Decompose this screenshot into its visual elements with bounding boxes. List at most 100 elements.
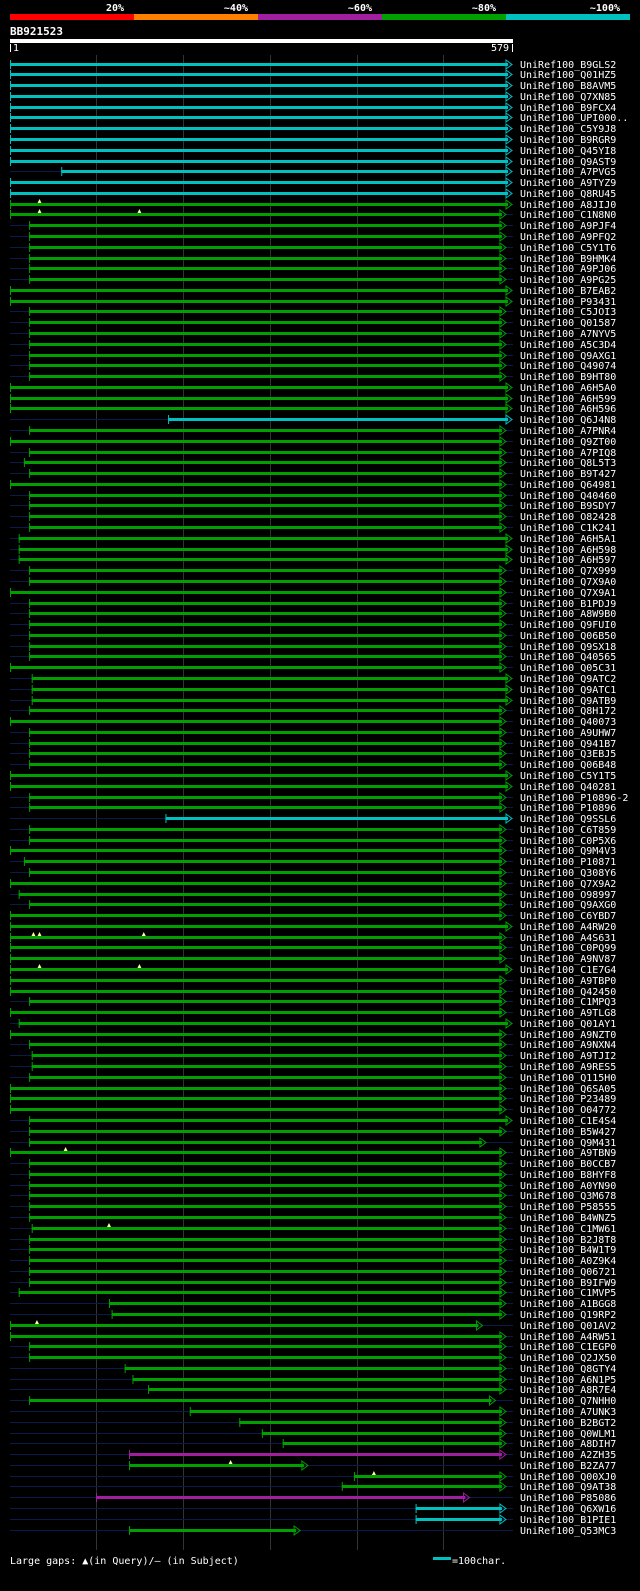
- hit-label[interactable]: UniRef100_C0PQ99: [520, 943, 616, 954]
- hit-label[interactable]: UniRef100_A0Z9K4: [520, 1256, 616, 1267]
- hit-label[interactable]: UniRef100_O82428: [520, 512, 616, 523]
- hit-label[interactable]: UniRef100_Q7X9A0: [520, 577, 616, 588]
- hit-label[interactable]: UniRef100_B7EAB2: [520, 286, 616, 297]
- hit-label[interactable]: UniRef100_Q9ATC2: [520, 674, 616, 685]
- hit-label[interactable]: UniRef100_B8HYF8: [520, 1170, 616, 1181]
- hit-label[interactable]: UniRef100_A6H596: [520, 404, 616, 415]
- hit-label[interactable]: UniRef100_Q01AV2: [520, 1321, 616, 1332]
- hit-label[interactable]: UniRef100_A7PNR4: [520, 426, 616, 437]
- hit-label[interactable]: UniRef100_Q06B48: [520, 760, 616, 771]
- hit-label[interactable]: UniRef100_B0CCB7: [520, 1159, 616, 1170]
- hit-label[interactable]: UniRef100_A9UHW7: [520, 728, 616, 739]
- hit-label[interactable]: UniRef100_C1E4S4: [520, 1116, 616, 1127]
- hit-label[interactable]: UniRef100_C5Y1T6: [520, 243, 616, 254]
- hit-label[interactable]: UniRef100_C5JOI3: [520, 307, 616, 318]
- hit-label[interactable]: UniRef100_B2ZA77: [520, 1461, 616, 1472]
- hit-label[interactable]: UniRef100_Q308Y6: [520, 868, 616, 879]
- hit-label[interactable]: UniRef100_A9TLG8: [520, 1008, 616, 1019]
- hit-label[interactable]: UniRef100_Q40565: [520, 652, 616, 663]
- hit-label[interactable]: UniRef100_Q9M4V3: [520, 846, 616, 857]
- hit-label[interactable]: UniRef100_P10896: [520, 803, 616, 814]
- hit-label[interactable]: UniRef100_A9NXN4: [520, 1040, 616, 1051]
- hit-label[interactable]: UniRef100_Q9ATC1: [520, 685, 616, 696]
- hit-label[interactable]: UniRef100_C1MVP5: [520, 1288, 616, 1299]
- hit-label[interactable]: UniRef100_A6H5A1: [520, 534, 616, 545]
- hit-label[interactable]: UniRef100_A9TYZ9: [520, 178, 616, 189]
- hit-label[interactable]: UniRef100_Q8GTY4: [520, 1364, 616, 1375]
- hit-label[interactable]: UniRef100_B9HT80: [520, 372, 616, 383]
- hit-label[interactable]: UniRef100_B1PIE1: [520, 1515, 616, 1526]
- hit-label[interactable]: UniRef100_Q9ZT00: [520, 437, 616, 448]
- hit-label[interactable]: UniRef100_C5Y1T5: [520, 771, 616, 782]
- hit-label[interactable]: UniRef100_A8W9B0: [520, 609, 616, 620]
- hit-label[interactable]: UniRef100_Q40281: [520, 782, 616, 793]
- hit-label[interactable]: UniRef100_Q01HZ5: [520, 70, 616, 81]
- hit-label[interactable]: UniRef100_A7NYV5: [520, 329, 616, 340]
- hit-label[interactable]: UniRef100_P23489: [520, 1094, 616, 1105]
- hit-label[interactable]: UniRef100_Q7X9A2: [520, 879, 616, 890]
- hit-label[interactable]: UniRef100_C1MPQ3: [520, 997, 616, 1008]
- hit-label[interactable]: UniRef100_C6YBD7: [520, 911, 616, 922]
- hit-label[interactable]: UniRef100_A9PFQ2: [520, 232, 616, 243]
- hit-label[interactable]: UniRef100_A2ZH35: [520, 1450, 616, 1461]
- hit-label[interactable]: UniRef100_A7PVG5: [520, 167, 616, 178]
- hit-label[interactable]: UniRef100_Q3M678: [520, 1191, 616, 1202]
- hit-label[interactable]: UniRef100_A9PG25: [520, 275, 616, 286]
- hit-label[interactable]: UniRef100_Q2JX50: [520, 1353, 616, 1364]
- hit-label[interactable]: UniRef100_Q49074: [520, 361, 616, 372]
- hit-label[interactable]: UniRef100_Q7X999: [520, 566, 616, 577]
- hit-label[interactable]: UniRef100_C1N8N0: [520, 210, 616, 221]
- hit-label[interactable]: UniRef100_A9PJ06: [520, 264, 616, 275]
- hit-label[interactable]: UniRef100_Q45YI8: [520, 146, 616, 157]
- hit-label[interactable]: UniRef100_Q01587: [520, 318, 616, 329]
- hit-label[interactable]: UniRef100_B9T427: [520, 469, 616, 480]
- hit-label[interactable]: UniRef100_A9TBP0: [520, 976, 616, 987]
- hit-label[interactable]: UniRef100_A9TJI2: [520, 1051, 616, 1062]
- hit-label[interactable]: UniRef100_C1MW61: [520, 1224, 616, 1235]
- hit-label[interactable]: UniRef100_C1E7G4: [520, 965, 616, 976]
- hit-label[interactable]: UniRef100_Q9SSL6: [520, 814, 616, 825]
- hit-label[interactable]: UniRef100_C1K241: [520, 523, 616, 534]
- hit-label[interactable]: UniRef100_A8R7E4: [520, 1385, 616, 1396]
- hit-label[interactable]: UniRef100_A8DIH7: [520, 1439, 616, 1450]
- hit-label[interactable]: UniRef100_A5C3D4: [520, 340, 616, 351]
- hit-label[interactable]: UniRef100_B9SDY7: [520, 501, 616, 512]
- hit-label[interactable]: UniRef100_Q8L5T3: [520, 458, 616, 469]
- hit-label[interactable]: UniRef100_A9TBN9: [520, 1148, 616, 1159]
- hit-label[interactable]: UniRef100_C6T859: [520, 825, 616, 836]
- hit-label[interactable]: UniRef100_B9RGR9: [520, 135, 616, 146]
- hit-label[interactable]: UniRef100_Q05C31: [520, 663, 616, 674]
- hit-label[interactable]: UniRef100_Q7XN85: [520, 92, 616, 103]
- hit-label[interactable]: UniRef100_Q7X9A1: [520, 588, 616, 599]
- hit-label[interactable]: UniRef100_B4W1T9: [520, 1245, 616, 1256]
- hit-label[interactable]: UniRef100_A9PJF4: [520, 221, 616, 232]
- hit-label[interactable]: UniRef100_P85086: [520, 1493, 616, 1504]
- hit-label[interactable]: UniRef100_Q115H0: [520, 1073, 616, 1084]
- hit-label[interactable]: UniRef100_Q64981: [520, 480, 616, 491]
- hit-label[interactable]: UniRef100_Q53MC3: [520, 1526, 616, 1537]
- hit-label[interactable]: UniRef100_Q01AY1: [520, 1019, 616, 1030]
- hit-label[interactable]: UniRef100_Q06721: [520, 1267, 616, 1278]
- hit-label[interactable]: UniRef100_A6H597: [520, 555, 616, 566]
- hit-label[interactable]: UniRef100_Q3EBJ5: [520, 749, 616, 760]
- hit-label[interactable]: UniRef100_Q8RU45: [520, 189, 616, 200]
- hit-label[interactable]: UniRef100_B5W427: [520, 1127, 616, 1138]
- hit-label[interactable]: UniRef100_A7UNK3: [520, 1407, 616, 1418]
- hit-label[interactable]: UniRef100_A9NV87: [520, 954, 616, 965]
- hit-label[interactable]: UniRef100_A4RW20: [520, 922, 616, 933]
- hit-label[interactable]: UniRef100_A6H5A0: [520, 383, 616, 394]
- hit-label[interactable]: UniRef100_Q9AT38: [520, 1482, 616, 1493]
- hit-label[interactable]: UniRef100_C5Y9J8: [520, 124, 616, 135]
- hit-label[interactable]: UniRef100_P10871: [520, 857, 616, 868]
- hit-label[interactable]: UniRef100_O04772: [520, 1105, 616, 1116]
- hit-label[interactable]: UniRef100_Q7NHH0: [520, 1396, 616, 1407]
- hit-label[interactable]: UniRef100_P58555: [520, 1202, 616, 1213]
- hit-label[interactable]: UniRef100_B4WNZ5: [520, 1213, 616, 1224]
- hit-label[interactable]: UniRef100_Q6J4N8: [520, 415, 616, 426]
- hit-label[interactable]: UniRef100_A9RES5: [520, 1062, 616, 1073]
- hit-label[interactable]: UniRef100_Q6XW16: [520, 1504, 616, 1515]
- hit-label[interactable]: UniRef100_UPI000..: [520, 113, 628, 124]
- hit-label[interactable]: UniRef100_B8AVM5: [520, 81, 616, 92]
- hit-label[interactable]: UniRef100_Q8H172: [520, 706, 616, 717]
- hit-label[interactable]: UniRef100_B2BGT2: [520, 1418, 616, 1429]
